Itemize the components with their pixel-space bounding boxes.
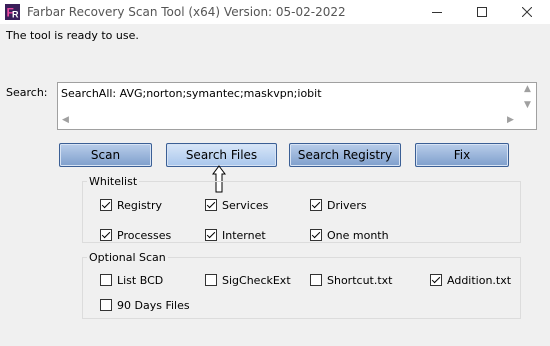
checkbox-box bbox=[310, 274, 322, 286]
scroll-left-icon[interactable]: ◀ bbox=[62, 116, 69, 125]
app-icon: F R bbox=[5, 4, 20, 20]
whitelist-drivers-checkbox[interactable]: Drivers bbox=[310, 198, 367, 212]
window-title: Farbar Recovery Scan Tool (x64) Version:… bbox=[27, 5, 346, 19]
checkbox-box bbox=[100, 299, 112, 311]
checkbox-box bbox=[100, 199, 112, 211]
checkbox-label: Addition.txt bbox=[447, 273, 512, 287]
title-bar: F R Farbar Recovery Scan Tool (x64) Vers… bbox=[0, 0, 550, 24]
whitelist-internet-checkbox[interactable]: Internet bbox=[205, 228, 266, 242]
svg-text:R: R bbox=[12, 10, 19, 20]
checkbox-box bbox=[205, 274, 217, 286]
optional-sigcheckext-checkbox[interactable]: SigCheckExt bbox=[205, 273, 291, 287]
optional-shortcut-checkbox[interactable]: Shortcut.txt bbox=[310, 273, 392, 287]
checkbox-label: SigCheckExt bbox=[222, 273, 291, 287]
checkbox-label: Drivers bbox=[327, 198, 367, 212]
fix-button[interactable]: Fix bbox=[415, 143, 509, 167]
checkbox-label: Registry bbox=[117, 198, 163, 212]
scroll-down-icon[interactable]: ▼ bbox=[524, 101, 531, 110]
scroll-up-icon[interactable]: ▲ bbox=[524, 85, 531, 94]
checkbox-box bbox=[205, 199, 217, 211]
checkbox-label: One month bbox=[327, 228, 389, 242]
search-label: Search: bbox=[6, 86, 48, 99]
search-input[interactable]: SearchAll: AVG;norton;symantec;maskvpn;i… bbox=[57, 82, 537, 130]
horizontal-scrollbar[interactable]: ◀ ▶ bbox=[58, 113, 520, 129]
whitelist-processes-checkbox[interactable]: Processes bbox=[100, 228, 171, 242]
checkbox-label: Shortcut.txt bbox=[327, 273, 393, 287]
close-button[interactable] bbox=[504, 0, 550, 24]
maximize-icon bbox=[477, 7, 487, 17]
checkbox-box bbox=[205, 229, 217, 241]
checkbox-box bbox=[310, 199, 322, 211]
checkbox-label: 90 Days Files bbox=[117, 298, 190, 312]
status-text: The tool is ready to use. bbox=[6, 29, 139, 42]
checkbox-label: Services bbox=[222, 198, 269, 212]
search-registry-button[interactable]: Search Registry bbox=[289, 143, 401, 167]
checkbox-box bbox=[430, 274, 442, 286]
optional-addition-checkbox[interactable]: Addition.txt bbox=[430, 273, 511, 287]
whitelist-services-checkbox[interactable]: Services bbox=[205, 198, 268, 212]
optional-scan-title: Optional Scan bbox=[87, 251, 168, 264]
whitelist-registry-checkbox[interactable]: Registry bbox=[100, 198, 162, 212]
whitelist-one-month-checkbox[interactable]: One month bbox=[310, 228, 389, 242]
close-icon bbox=[522, 7, 532, 17]
scroll-right-icon[interactable]: ▶ bbox=[507, 116, 514, 125]
vertical-scrollbar[interactable]: ▲ ▼ bbox=[520, 83, 536, 113]
search-files-button[interactable]: Search Files bbox=[166, 143, 277, 167]
whitelist-title: Whitelist bbox=[87, 175, 140, 188]
checkbox-label: List BCD bbox=[117, 273, 164, 287]
maximize-button[interactable] bbox=[459, 0, 505, 24]
search-value: SearchAll: AVG;norton;symantec;maskvpn;i… bbox=[61, 87, 322, 100]
checkbox-box bbox=[100, 229, 112, 241]
checkbox-box bbox=[310, 229, 322, 241]
checkbox-label: Internet bbox=[222, 228, 266, 242]
scan-button[interactable]: Scan bbox=[59, 143, 152, 167]
checkbox-label: Processes bbox=[117, 228, 172, 242]
optional-list-bcd-checkbox[interactable]: List BCD bbox=[100, 273, 163, 287]
minimize-icon bbox=[432, 12, 442, 13]
minimize-button[interactable] bbox=[414, 0, 460, 24]
optional-90-days-files-checkbox[interactable]: 90 Days Files bbox=[100, 298, 190, 312]
checkbox-box bbox=[100, 274, 112, 286]
